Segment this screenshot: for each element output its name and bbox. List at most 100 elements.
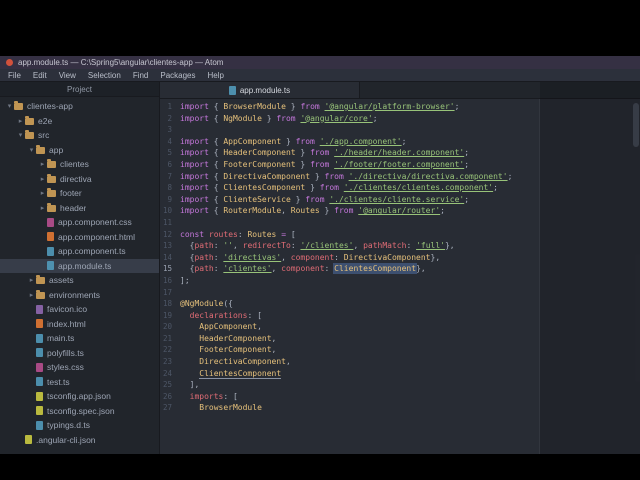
code-area[interactable]: 1 import { BrowserModule } from '@angular…: [160, 99, 640, 454]
tree-item-styles-css[interactable]: styles.css: [0, 360, 159, 375]
chevron-right-icon[interactable]: ▸: [38, 160, 47, 168]
editor-pane: app.module.ts 1 import { BrowserModule } …: [160, 82, 640, 454]
chevron-right-icon[interactable]: ▸: [27, 291, 36, 299]
code-line[interactable]: 21 HeaderComponent,: [160, 333, 640, 345]
menu-help[interactable]: Help: [202, 69, 230, 82]
chevron-right-icon[interactable]: ▸: [38, 204, 47, 212]
tree-item-footer[interactable]: ▸ footer: [0, 186, 159, 201]
tree-item-label: test.ts: [47, 376, 70, 387]
project-panel: Project ▾ clientes-app ▸ e2e ▾ src ▾ app ▸ client…: [0, 82, 160, 454]
tab-app-module-ts[interactable]: app.module.ts: [160, 82, 360, 98]
chevron-right-icon[interactable]: ▸: [38, 189, 47, 197]
chevron-right-icon[interactable]: ▸: [27, 276, 36, 284]
code-line[interactable]: 3: [160, 124, 640, 136]
code-text: import { ClientesComponent } from './cli…: [180, 183, 498, 193]
line-number: 26: [162, 391, 172, 401]
tree-item-polyfills-ts[interactable]: polyfills.ts: [0, 346, 159, 361]
tree-item-test-ts[interactable]: test.ts: [0, 375, 159, 390]
code-line[interactable]: 25 ],: [160, 379, 640, 391]
code-line[interactable]: 13 {path: '', redirectTo: '/clientes', p…: [160, 240, 640, 252]
code-line[interactable]: 4 import { AppComponent } from './app.com…: [160, 136, 640, 148]
line-number: 18: [162, 299, 172, 309]
code-line[interactable]: 15 {path: 'clientes', component: Cliente…: [160, 263, 640, 275]
folder-icon: [14, 101, 23, 111]
tree-item-index-html[interactable]: index.html: [0, 317, 159, 332]
code-text: ClientesComponent: [199, 368, 282, 379]
tree-item-main-ts[interactable]: main.ts: [0, 331, 159, 346]
code-line[interactable]: 2 import { NgModule } from '@angular/core…: [160, 113, 640, 125]
project-tab[interactable]: Project: [0, 82, 159, 97]
code-line[interactable]: 8 import { ClientesComponent } from './cl…: [160, 182, 640, 194]
atom-window: app.module.ts — C:\Spring5\angular\clien…: [0, 56, 640, 454]
code-line[interactable]: 14 {path: 'directivas', component: Direc…: [160, 252, 640, 264]
tree-item-label: directiva: [60, 173, 92, 184]
window-title: app.module.ts — C:\Spring5\angular\clien…: [18, 58, 224, 67]
chevron-down-icon[interactable]: ▾: [27, 146, 36, 154]
menu-selection[interactable]: Selection: [82, 69, 127, 82]
chevron-right-icon[interactable]: ▸: [38, 175, 47, 183]
scrollbar-thumb[interactable]: [633, 103, 639, 147]
tree-item-app-module-ts[interactable]: app.module.ts: [0, 258, 159, 273]
code-line[interactable]: 1 import { BrowserModule } from '@angular…: [160, 101, 640, 113]
menu-file[interactable]: File: [2, 69, 27, 82]
code-line[interactable]: 19 declarations: [: [160, 310, 640, 322]
tree-item-label: footer: [60, 188, 82, 199]
editor-scrollbar[interactable]: [632, 101, 640, 454]
tree-item-tsconfig-app-json[interactable]: tsconfig.app.json: [0, 389, 159, 404]
tree-item-label: app.component.ts: [58, 246, 126, 257]
tree-item-typings-d-ts[interactable]: typings.d.ts: [0, 418, 159, 433]
tree-item-src[interactable]: ▾ src: [0, 128, 159, 143]
tree-item-label: app.module.ts: [58, 260, 112, 271]
tree-item-app[interactable]: ▾ app: [0, 143, 159, 158]
menu-edit[interactable]: Edit: [27, 69, 53, 82]
tree-item-favicon-ico[interactable]: favicon.ico: [0, 302, 159, 317]
line-number: 11: [162, 217, 172, 227]
code-line[interactable]: 11: [160, 217, 640, 229]
code-line[interactable]: 22 FooterComponent,: [160, 344, 640, 356]
code-text: @NgModule({: [180, 299, 233, 309]
code-line[interactable]: 16];: [160, 275, 640, 287]
code-line[interactable]: 18 @NgModule({: [160, 298, 640, 310]
code-line[interactable]: 6 import { FooterComponent } from './foot…: [160, 159, 640, 171]
line-number: 5: [167, 148, 172, 158]
code-line[interactable]: 24 ClientesComponent: [160, 368, 640, 380]
menu-packages[interactable]: Packages: [154, 69, 201, 82]
line-number: 23: [162, 357, 172, 367]
menu-view[interactable]: View: [53, 69, 82, 82]
tree-item-app-component-ts[interactable]: app.component.ts: [0, 244, 159, 259]
tree-item-environments[interactable]: ▸ environments: [0, 288, 159, 303]
folder-icon: [36, 275, 45, 285]
code-line[interactable]: 27 BrowserModule: [160, 402, 640, 414]
tree-item-clientes-app[interactable]: ▾ clientes-app: [0, 99, 159, 114]
code-line[interactable]: 9 import { ClienteService } from './clien…: [160, 194, 640, 206]
tree-item-assets[interactable]: ▸ assets: [0, 273, 159, 288]
tree-item-header[interactable]: ▸ header: [0, 201, 159, 216]
code-line[interactable]: 26 imports: [: [160, 391, 640, 403]
code-line[interactable]: 5 import { HeaderComponent } from './head…: [160, 147, 640, 159]
code-line[interactable]: 17: [160, 287, 640, 299]
line-number: 16: [162, 275, 172, 285]
code-line[interactable]: 10 import { RouterModule, Routes } from '…: [160, 205, 640, 217]
tree-item-tsconfig-spec-json[interactable]: tsconfig.spec.json: [0, 404, 159, 419]
menu-find[interactable]: Find: [127, 69, 155, 82]
code-text: imports: [: [189, 391, 238, 401]
chevron-right-icon[interactable]: ▸: [16, 117, 25, 125]
code-line[interactable]: 23 DirectivaComponent,: [160, 356, 640, 368]
tree-item-label: favicon.ico: [47, 304, 88, 315]
tree-item-label: index.html: [47, 318, 86, 329]
code-line[interactable]: 7 import { DirectivaComponent } from './d…: [160, 171, 640, 183]
chevron-down-icon[interactable]: ▾: [5, 102, 14, 110]
tree-item-label: main.ts: [47, 333, 75, 344]
chevron-down-icon[interactable]: ▾: [16, 131, 25, 139]
code-line[interactable]: 12 const routes: Routes = [: [160, 229, 640, 241]
tree-item-app-component-css[interactable]: app.component.css: [0, 215, 159, 230]
code-line[interactable]: 20 AppComponent,: [160, 321, 640, 333]
tree-item-label: app: [49, 144, 64, 155]
tree-item-app-component-html[interactable]: app.component.html: [0, 230, 159, 245]
tree-item-e2e[interactable]: ▸ e2e: [0, 114, 159, 129]
tree-item-directiva[interactable]: ▸ directiva: [0, 172, 159, 187]
tree-item-clientes[interactable]: ▸ clientes: [0, 157, 159, 172]
code-text: import { RouterModule, Routes } from '@a…: [180, 206, 445, 216]
tree-item--angular-cli-json[interactable]: .angular-cli.json: [0, 433, 159, 448]
